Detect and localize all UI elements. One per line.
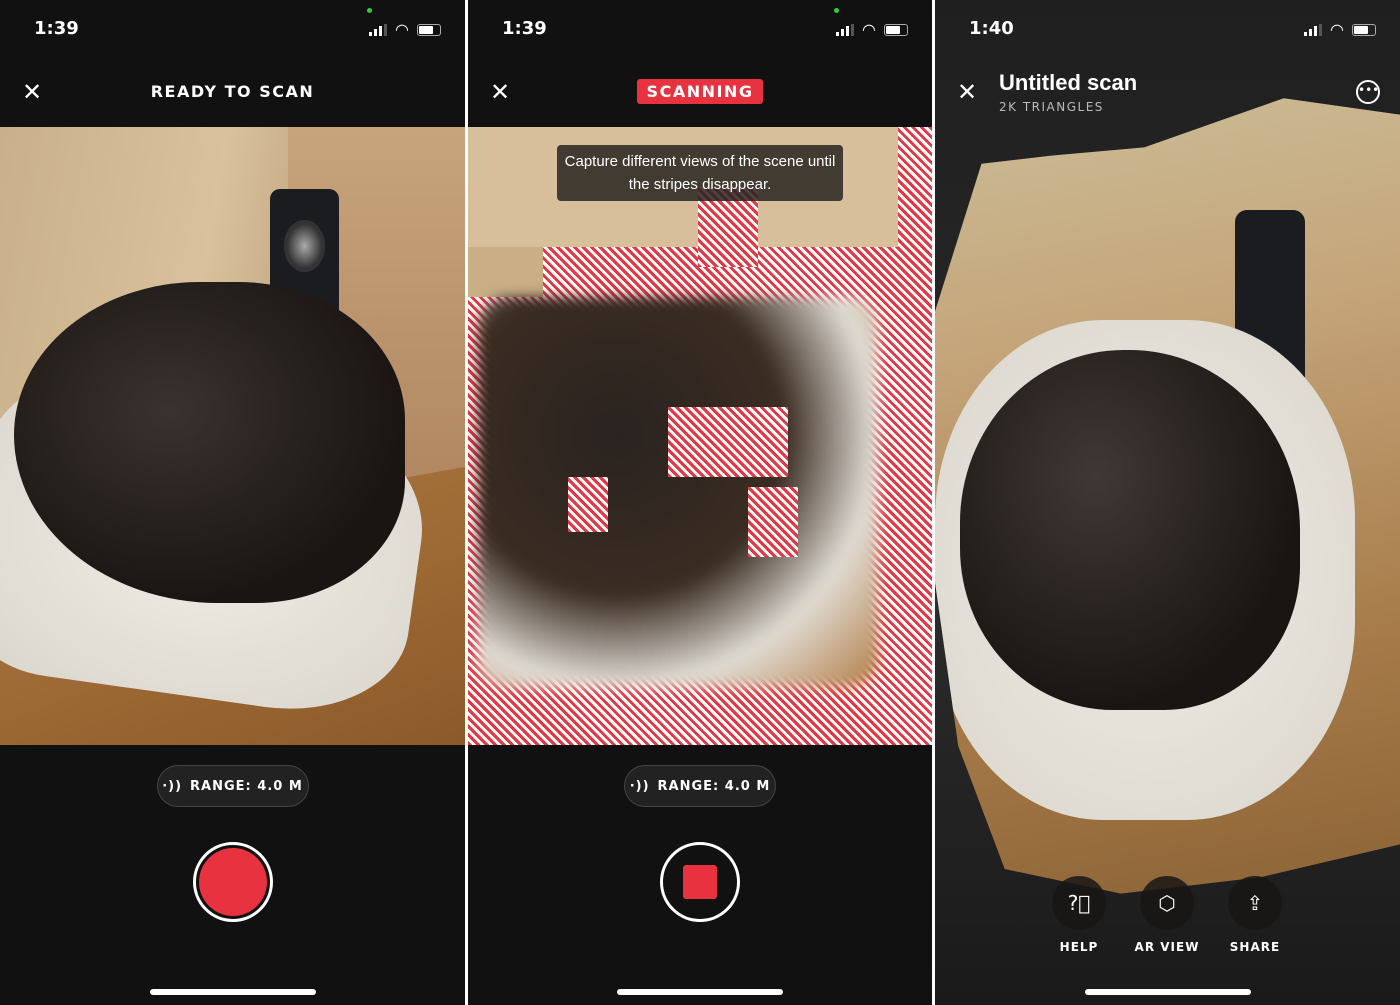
range-indicator[interactable]: ·)) RANGE: 4.0 M: [624, 765, 776, 807]
screen-title: SCANNING: [468, 79, 932, 104]
status-time: 1:39: [502, 18, 547, 39]
ar-view-icon: ⬡: [1140, 876, 1194, 930]
help-icon: ?⃝: [1052, 876, 1106, 930]
record-button[interactable]: [192, 842, 273, 922]
home-indicator: [149, 989, 316, 995]
screen-scanning: 1:39 ◠ ✕ SCANNING Capture different view…: [468, 0, 932, 1005]
ar-view-button[interactable]: ⬡ AR VIEW: [1132, 876, 1202, 954]
battery-icon: [884, 23, 908, 36]
scan-tip: Capture different views of the scene unt…: [557, 145, 843, 201]
scan-model-preview[interactable]: [935, 98, 1400, 894]
signal-icon: [836, 23, 855, 36]
home-indicator: [617, 989, 783, 995]
status-time: 1:39: [34, 18, 79, 39]
stop-button[interactable]: [660, 842, 740, 922]
range-indicator[interactable]: ·)) RANGE: 4.0 M: [156, 765, 309, 807]
camera-preview: [0, 127, 465, 745]
battery-icon: [417, 23, 441, 36]
range-icon: ·)): [629, 778, 650, 794]
screen-title: READY TO SCAN: [150, 82, 315, 101]
close-button[interactable]: ✕: [957, 80, 977, 104]
range-icon: ·)): [162, 778, 183, 794]
status-icons: ◠: [836, 20, 908, 39]
wifi-icon: ◠: [395, 20, 409, 39]
status-icons: ◠: [369, 20, 441, 39]
share-icon: ⇪: [1228, 876, 1282, 930]
screen-ready-to-scan: 1:39 ◠ ✕ READY TO SCAN ·)) RANGE: 4.0 M: [0, 0, 465, 1005]
scan-subtitle: 2K TRIANGLES: [999, 100, 1104, 114]
battery-icon: [1352, 23, 1376, 36]
scanning-badge: SCANNING: [636, 79, 764, 104]
status-icons: ◠: [1304, 20, 1376, 39]
wifi-icon: ◠: [1330, 20, 1344, 39]
screen-scan-result: 1:40 ◠ ✕ Untitled scan 2K TRIANGLES ••• …: [935, 0, 1400, 1005]
signal-icon: [369, 23, 388, 36]
scan-header: Untitled scan 2K TRIANGLES: [999, 70, 1137, 114]
scan-title[interactable]: Untitled scan: [999, 70, 1137, 96]
home-indicator: [1084, 989, 1251, 995]
signal-icon: [1304, 23, 1323, 36]
camera-indicator: [834, 8, 839, 13]
status-time: 1:40: [969, 18, 1014, 39]
more-options-button[interactable]: •••: [1356, 80, 1380, 104]
camera-preview: [468, 127, 932, 745]
help-button[interactable]: ?⃝ HELP: [1044, 876, 1114, 954]
share-button[interactable]: ⇪ SHARE: [1220, 876, 1290, 954]
camera-indicator: [367, 8, 372, 13]
wifi-icon: ◠: [862, 20, 876, 39]
